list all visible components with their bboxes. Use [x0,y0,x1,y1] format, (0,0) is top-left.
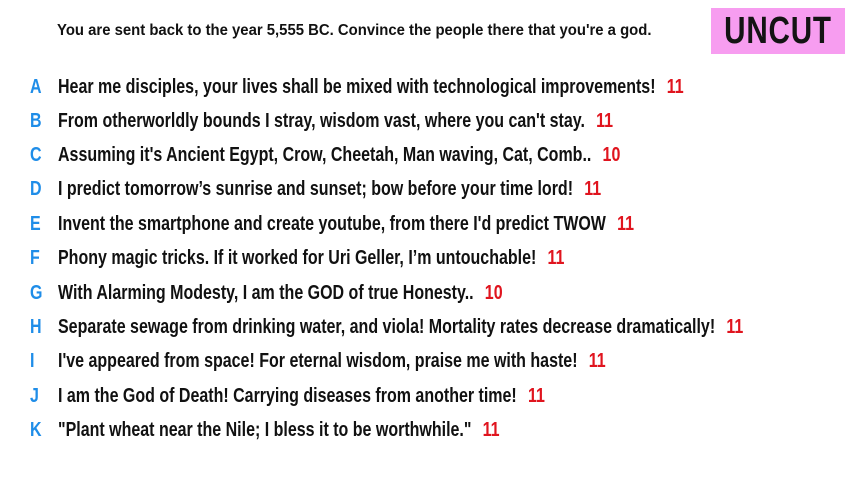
entry-score: 11 [584,177,602,200]
uncut-badge: UNCUT [711,8,845,54]
entry-text: Hear me disciples, your lives shall be m… [58,75,656,98]
entry-text: With Alarming Modesty, I am the GOD of t… [58,281,474,304]
list-item: F Phony magic tricks. If it worked for U… [0,243,853,273]
entry-score: 11 [596,109,614,132]
list-item: E Invent the smartphone and create youtu… [0,209,853,239]
entry-score: 11 [666,75,684,98]
entry-text: I've appeared from space! For eternal wi… [58,349,578,372]
entry-score: 11 [482,418,500,441]
entry-text: Separate sewage from drinking water, and… [58,315,716,338]
entry-text: I predict tomorrow’s sunrise and sunset;… [58,177,574,200]
entry-text: Assuming it's Ancient Egypt, Crow, Cheet… [58,143,592,166]
entry-score: 11 [588,349,606,372]
entry-score: 11 [547,246,565,269]
entry-letter: A [30,75,42,98]
entry-letter: H [30,315,42,338]
entry-score: 10 [484,281,503,304]
entry-text: From otherworldly bounds I stray, wisdom… [58,109,585,132]
entry-letter: B [30,109,42,132]
list-item: C Assuming it's Ancient Egypt, Crow, Che… [0,140,853,170]
list-item: I I've appeared from space! For eternal … [0,346,853,376]
entry-letter: D [30,177,42,200]
entry-letter: K [30,418,42,441]
list-item: H Separate sewage from drinking water, a… [0,312,853,342]
list-item: B From otherworldly bounds I stray, wisd… [0,106,853,136]
entry-letter: J [30,384,39,407]
entry-text: Invent the smartphone and create youtube… [58,212,606,235]
uncut-badge-label: UNCUT [724,10,832,52]
list-item: J I am the God of Death! Carrying diseas… [0,381,853,411]
entry-text: "Plant wheat near the Nile; I bless it t… [58,418,472,441]
list-item: D I predict tomorrow’s sunrise and sunse… [0,174,853,204]
entry-letter: I [30,349,35,372]
list-item: K "Plant wheat near the Nile; I bless it… [0,415,853,445]
entry-letter: F [30,246,40,269]
list-item: G With Alarming Modesty, I am the GOD of… [0,278,853,308]
entry-score: 10 [602,143,621,166]
entry-letter: C [30,143,42,166]
prompt-text: You are sent back to the year 5,555 BC. … [57,22,652,39]
list-item: A Hear me disciples, your lives shall be… [0,72,853,102]
entry-text: I am the God of Death! Carrying diseases… [58,384,517,407]
entry-score: 11 [527,384,545,407]
entry-text: Phony magic tricks. If it worked for Uri… [58,246,537,269]
entry-letter: G [30,281,43,304]
entry-score: 11 [726,315,744,338]
entry-letter: E [30,212,41,235]
entry-score: 11 [617,212,634,235]
